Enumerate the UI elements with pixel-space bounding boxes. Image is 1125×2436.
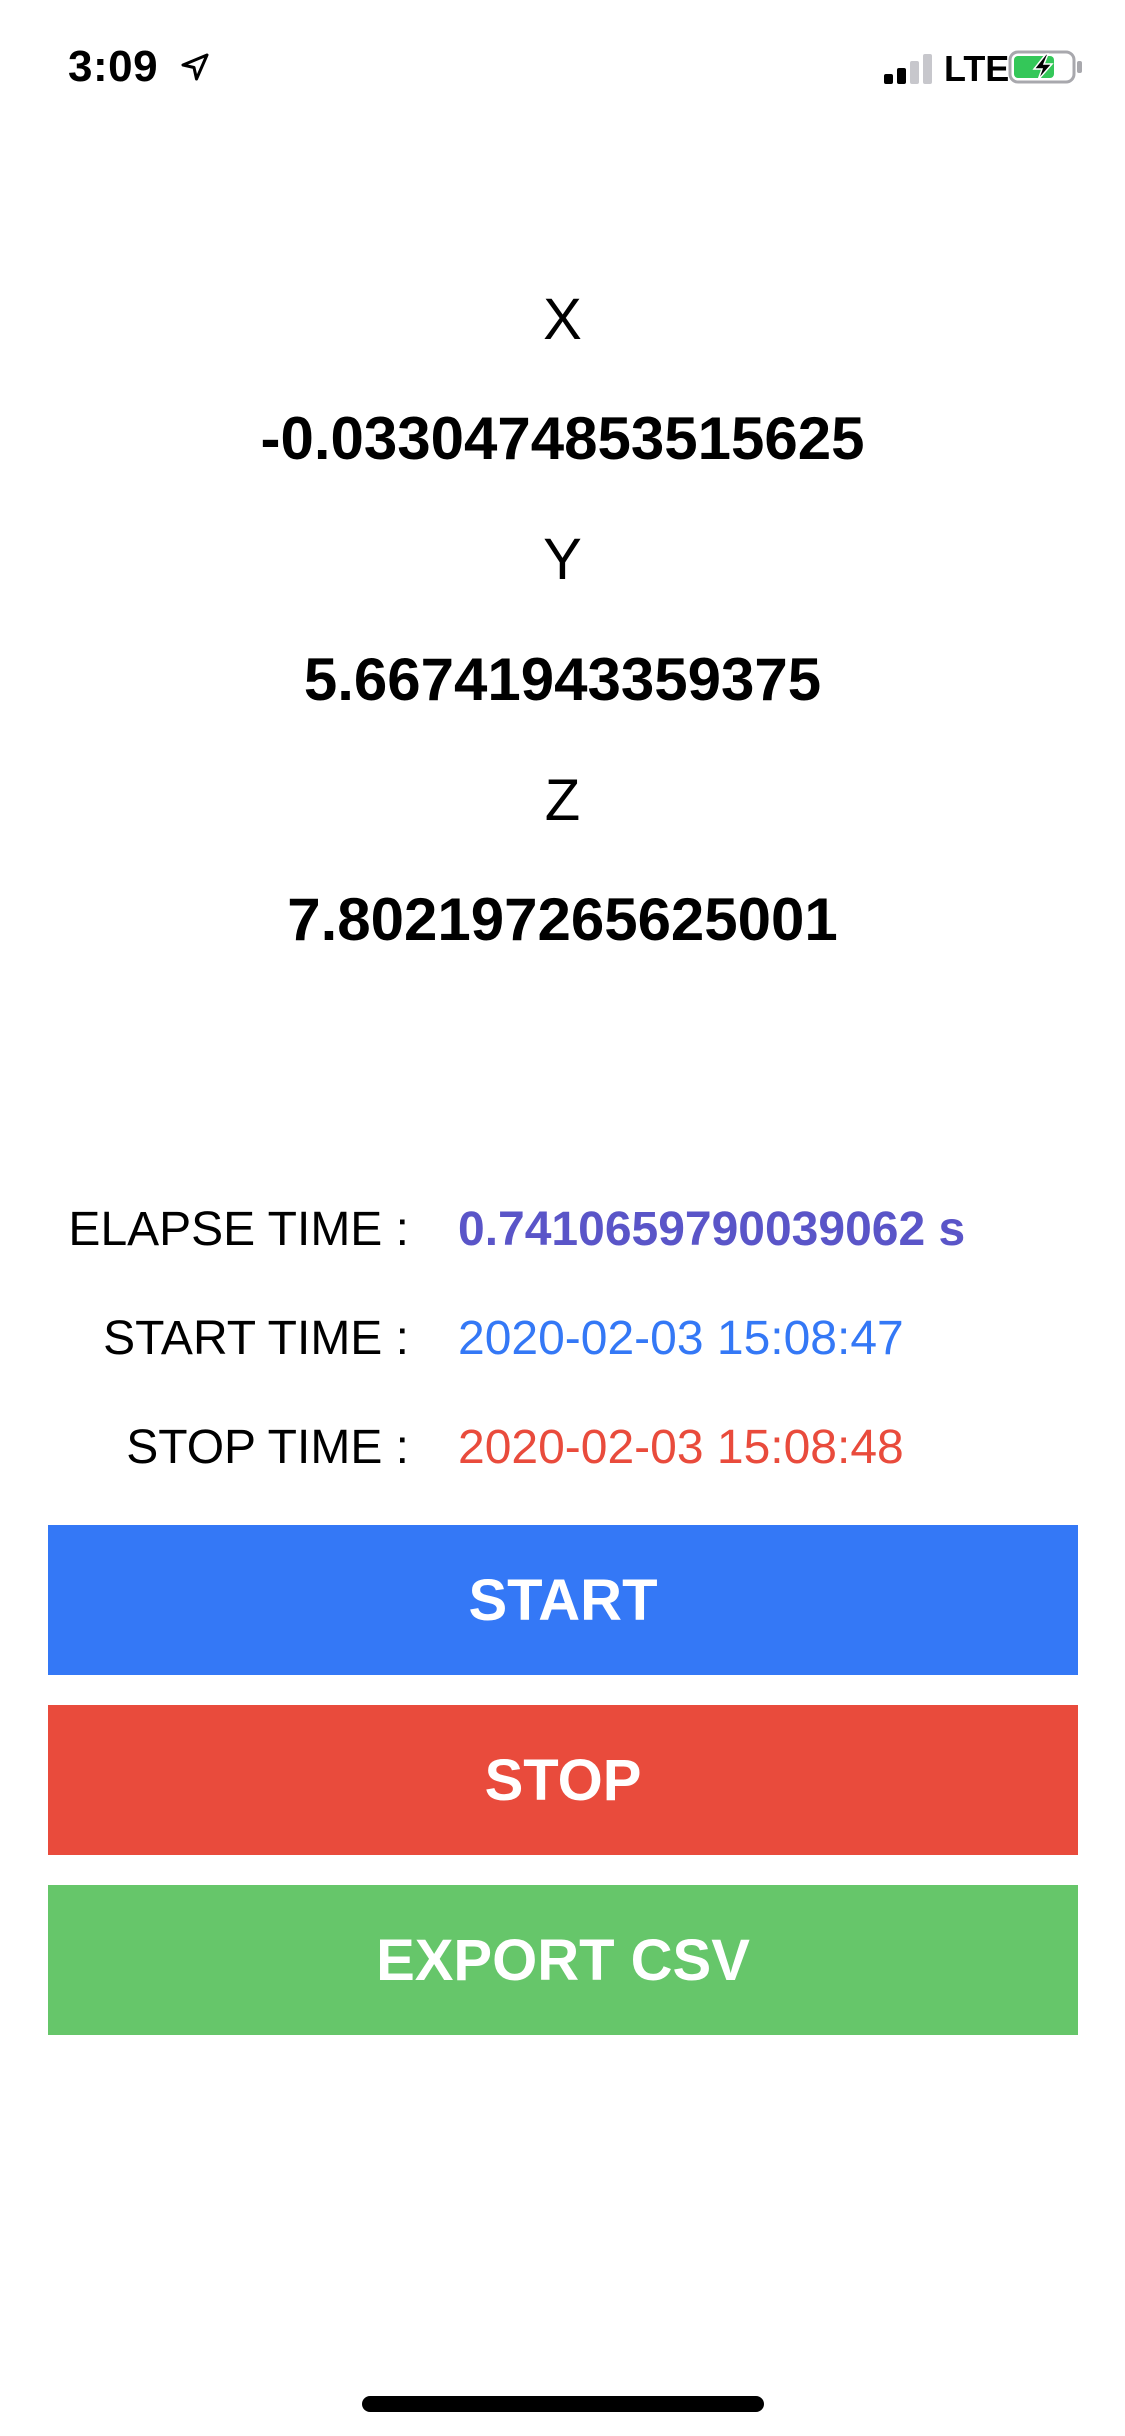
cellular-signal-icon (884, 54, 932, 84)
home-indicator[interactable] (362, 2396, 764, 2412)
stop-button[interactable]: STOP (48, 1705, 1078, 1855)
stop-time-label: STOP TIME : (126, 1421, 409, 1474)
elapse-time-label: ELAPSE TIME : (68, 1203, 409, 1256)
x-axis-value: -0.0330474853515625 (260, 405, 865, 472)
start-time-label: START TIME : (103, 1312, 409, 1365)
y-axis-value: 5.66741943359375 (303, 646, 822, 713)
stop-time-value: 2020-02-03 15:08:48 (458, 1421, 904, 1474)
z-axis-label: Z (544, 768, 581, 833)
elapse-time-value: 0.7410659790039062 s (458, 1203, 966, 1256)
battery-charging-icon (1008, 50, 1082, 84)
accelerometer-screen: 3:09 LTE X -0.0330474853515625 Y 5.66741… (0, 0, 1125, 2436)
y-axis-label: Y (543, 527, 582, 592)
start-button[interactable]: START (48, 1525, 1078, 1675)
network-type-label: LTE (944, 48, 1010, 89)
export-csv-button[interactable]: EXPORT CSV (48, 1885, 1078, 2035)
status-time: 3:09 (68, 42, 159, 91)
x-axis-label: X (543, 287, 582, 352)
status-bar: 3:09 LTE (0, 0, 1125, 132)
location-arrow-icon (181, 53, 209, 81)
z-axis-value: 7.802197265625001 (287, 886, 838, 953)
start-time-value: 2020-02-03 15:08:47 (458, 1312, 904, 1365)
